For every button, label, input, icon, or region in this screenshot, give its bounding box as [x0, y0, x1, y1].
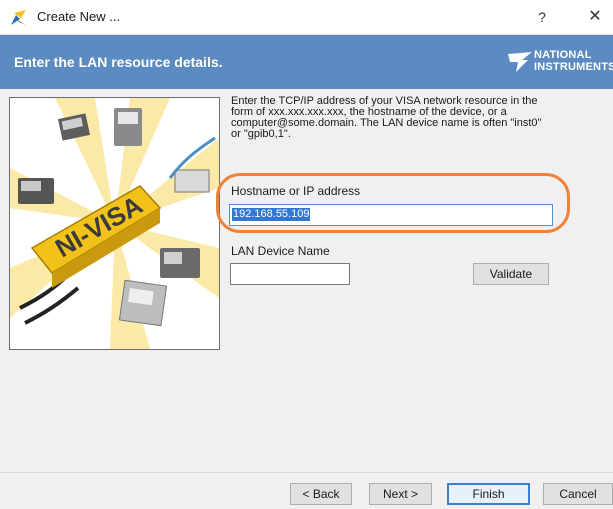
- cancel-button[interactable]: Cancel: [543, 483, 613, 505]
- ni-visa-illustration: NI-VISA: [9, 97, 220, 350]
- lan-device-name-label: LAN Device Name: [231, 244, 330, 258]
- lan-device-name-input[interactable]: [230, 263, 350, 285]
- wizard-header: Enter the LAN resource details. NATIONAL…: [0, 35, 613, 89]
- next-button[interactable]: Next >: [369, 483, 432, 505]
- national-instruments-logo: NATIONAL INSTRUMENTS: [508, 48, 613, 76]
- page-title: Enter the LAN resource details.: [14, 54, 223, 70]
- validate-button[interactable]: Validate: [473, 263, 549, 285]
- hostname-value: 192.168.55.109: [232, 208, 311, 221]
- app-icon: [10, 9, 27, 26]
- wizard-footer: < Back Next > Finish Cancel: [0, 472, 613, 509]
- help-button[interactable]: ?: [532, 7, 552, 27]
- title-bar: Create New ... ? ✕: [0, 0, 613, 35]
- instructions-text: Enter the TCP/IP address of your VISA ne…: [231, 95, 542, 140]
- back-button[interactable]: < Back: [290, 483, 352, 505]
- wizard-body: NI-VISA Enter the TCP/IP address of your…: [0, 89, 613, 472]
- window-title: Create New ...: [37, 9, 121, 24]
- hostname-input[interactable]: 192.168.55.109: [229, 204, 553, 226]
- close-button[interactable]: ✕: [585, 7, 605, 27]
- finish-button[interactable]: Finish: [447, 483, 530, 505]
- eagle-icon: [508, 52, 532, 72]
- hostname-label: Hostname or IP address: [231, 184, 361, 198]
